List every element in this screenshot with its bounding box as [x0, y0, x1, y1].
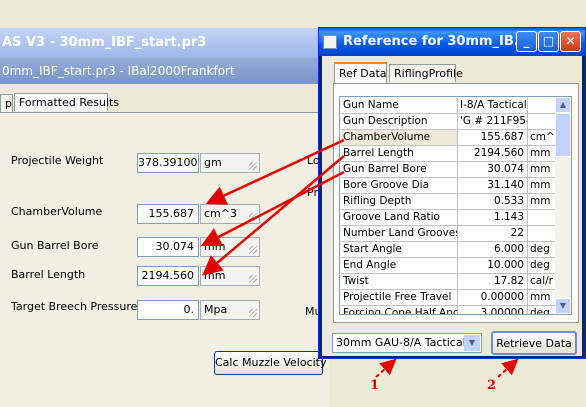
arrow-callout-2: [497, 358, 519, 378]
annotation-arrows: [200, 138, 519, 378]
callout-2: 2: [487, 378, 497, 393]
arrow-callout-1: [375, 358, 397, 378]
arrow-chamber-volume: [205, 138, 345, 205]
arrow-gun-barrel-bore: [200, 170, 345, 247]
callout-1: 1: [370, 378, 380, 393]
